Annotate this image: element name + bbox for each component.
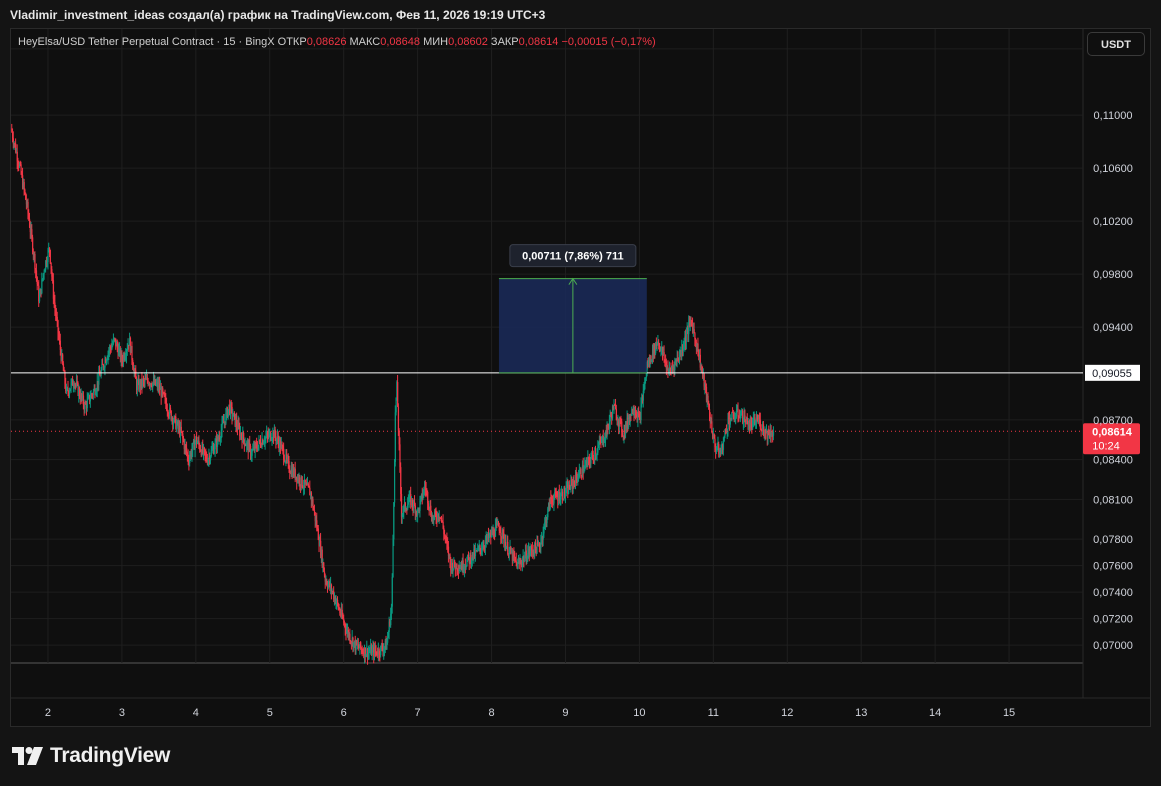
candle-body — [86, 399, 88, 409]
candle-body — [131, 346, 133, 361]
candle-body — [397, 382, 399, 407]
candle-body — [299, 477, 301, 485]
price-chart[interactable]: 0,09055 0,08614 10:24 0,00711 (7,86%) 711 0… — [0, 0, 1161, 786]
candle-body — [69, 390, 71, 395]
open-label: ОТКР — [277, 36, 307, 48]
x-tick-label: 13 — [855, 707, 867, 719]
y-tick-label: 0,10200 — [1093, 216, 1133, 228]
candle-body — [192, 442, 194, 451]
candle-body — [759, 419, 762, 429]
candle-body — [737, 408, 739, 417]
candle-body — [731, 411, 733, 421]
y-tick-label: 0,07000 — [1093, 640, 1133, 652]
y-tick-label: 0,09800 — [1093, 269, 1133, 281]
candle-body — [49, 250, 51, 263]
symbol-name: HeyElsa/USD Tether Perpetual Contract · … — [18, 36, 275, 48]
candle-body — [180, 426, 182, 432]
candle-body — [34, 254, 36, 269]
candle-body — [561, 491, 564, 500]
close-value: 0,08614 — [518, 36, 559, 48]
candle-body — [467, 554, 470, 558]
tradingview-logo-icon — [12, 747, 43, 765]
candle-body — [590, 458, 592, 464]
candle-body — [722, 441, 725, 450]
x-tick-label: 15 — [1003, 707, 1015, 719]
low-value: 0,08602 — [448, 36, 488, 48]
candle-body — [210, 450, 212, 457]
candle-body — [35, 270, 38, 278]
last-price-label: 0,08614 — [1092, 426, 1133, 438]
level-price-label: 0,09055 — [1092, 368, 1132, 380]
high-label: МАКС — [349, 36, 381, 48]
candle-body — [387, 637, 389, 643]
y-tick-label: 0,07800 — [1093, 534, 1133, 546]
candle-body — [507, 541, 509, 555]
candle-body — [746, 417, 748, 421]
x-tick-label: 7 — [415, 707, 421, 719]
y-tick-label: 0,07400 — [1093, 587, 1133, 599]
candle-body — [313, 510, 316, 513]
measure-label: 0,00711 (7,86%) 711 — [522, 251, 624, 263]
candle-body — [711, 421, 713, 433]
candle-body — [772, 432, 775, 436]
x-tick-label: 2 — [45, 707, 51, 719]
y-tick-label: 0,08700 — [1093, 415, 1133, 427]
countdown-label: 10:24 — [1092, 440, 1120, 452]
close-label: ЗАКР — [490, 36, 519, 48]
y-tick-label: 0,07600 — [1093, 561, 1133, 573]
x-tick-label: 11 — [708, 707, 719, 719]
candle-body — [515, 560, 517, 563]
x-tick-label: 5 — [267, 707, 273, 719]
candle-body — [663, 352, 665, 360]
low-label: МИН — [423, 36, 449, 48]
y-tick-label: 0,09400 — [1093, 322, 1133, 334]
candle-body — [301, 476, 303, 487]
brand-name: TradingView — [50, 744, 171, 767]
y-tick-label: 0,08100 — [1093, 494, 1133, 506]
candle-body — [427, 503, 430, 507]
candle-body — [592, 454, 594, 459]
y-tick-label: 0,08400 — [1093, 455, 1133, 467]
symbol-legend: HeyElsa/USD Tether Perpetual Contract · … — [18, 36, 656, 48]
candle-body — [214, 442, 216, 450]
candle-body — [243, 432, 245, 440]
x-tick-label: 9 — [562, 707, 568, 719]
x-tick-label: 14 — [929, 707, 941, 719]
x-tick-label: 6 — [341, 707, 347, 719]
brand-footer: TradingView — [12, 744, 170, 768]
y-tick-label: 0,11000 — [1094, 110, 1133, 122]
candle-body — [500, 532, 502, 537]
y-tick-label: 0,10600 — [1093, 163, 1133, 175]
change-value: −0,00015 (−0,17%) — [561, 36, 656, 48]
candle-body — [23, 182, 25, 190]
x-tick-label: 3 — [119, 707, 125, 719]
candle-body — [393, 502, 395, 540]
candle-body — [407, 504, 409, 510]
high-value: 0,08648 — [380, 36, 421, 48]
candle-body — [394, 412, 396, 462]
candle-body — [38, 296, 41, 302]
currency-button[interactable]: USDT — [1087, 32, 1145, 56]
candle-body — [397, 406, 400, 431]
y-tick-label: 0,07200 — [1093, 614, 1133, 626]
x-tick-label: 10 — [633, 707, 645, 719]
x-tick-label: 4 — [193, 707, 199, 719]
open-value: 0,08626 — [306, 36, 347, 48]
candle-body — [394, 461, 396, 503]
candle-body — [597, 447, 599, 453]
candles — [11, 123, 775, 665]
candle-body — [43, 271, 45, 274]
candle-body — [685, 333, 688, 343]
time-axis: 2 3 4 5 6 7 8 9 10 11 12 13 14 15 — [45, 707, 1015, 719]
candle-body — [391, 577, 393, 607]
x-tick-label: 8 — [488, 707, 494, 719]
x-tick-label: 12 — [781, 707, 793, 719]
price-axis: 0,115000,110000,106000,102000,098000,094… — [1093, 44, 1133, 652]
candle-body — [621, 432, 624, 436]
